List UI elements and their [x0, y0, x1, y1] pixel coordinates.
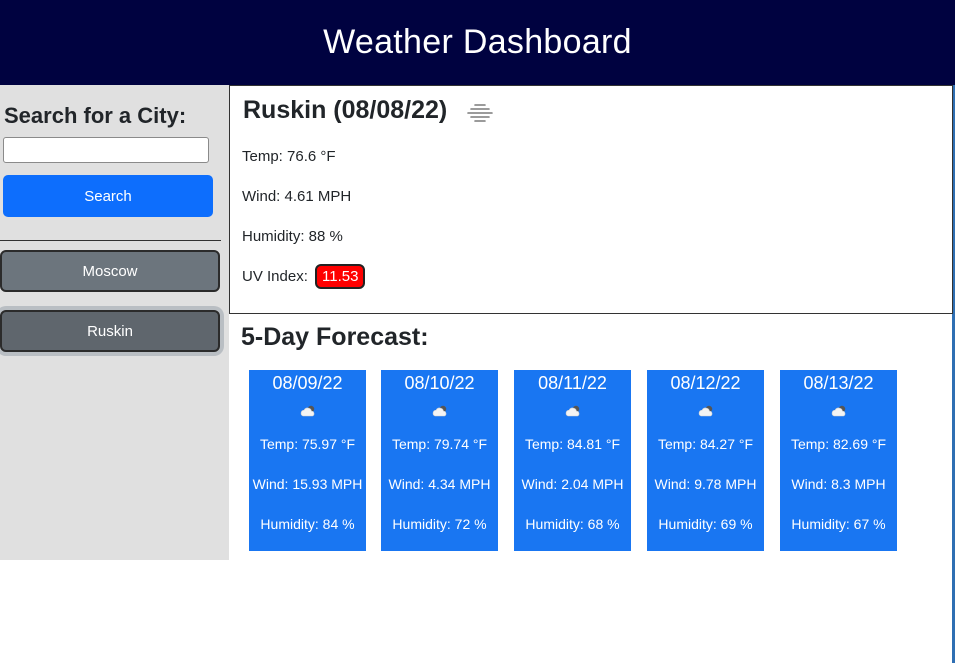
cloud-icon [300, 405, 314, 417]
forecast-temp: Temp: 84.81 °F [524, 436, 621, 452]
forecast-temp: Temp: 79.74 °F [391, 436, 488, 452]
cloud-icon [698, 405, 712, 417]
forecast-humidity: Humidity: 68 % [525, 516, 620, 532]
forecast-wind: Wind: 4.34 MPH [388, 476, 491, 492]
forecast-wind: Wind: 8.3 MPH [791, 476, 886, 492]
forecast-date: 08/09/22 [272, 373, 343, 393]
search-sidebar: Search for a City: Search Moscow Ruskin [0, 85, 229, 560]
current-uv-row: UV Index: 11.53 [242, 264, 366, 289]
forecast-wind: Wind: 2.04 MPH [521, 476, 624, 492]
forecast-temp: Temp: 84.27 °F [657, 436, 754, 452]
forecast-date: 08/13/22 [803, 373, 874, 393]
forecast-humidity: Humidity: 69 % [658, 516, 753, 532]
current-wind: Wind: 4.61 MPH [242, 188, 352, 205]
current-weather-panel: Ruskin (08/08/22) Temp: 76.6 °F Wind: 4.… [229, 85, 953, 314]
cloud-icon [432, 405, 446, 417]
search-button[interactable]: Search [3, 175, 213, 217]
forecast-wind: Wind: 15.93 MPH [252, 476, 363, 492]
history-button-moscow[interactable]: Moscow [0, 250, 220, 292]
app-header: Weather Dashboard [0, 0, 955, 85]
forecast-wind: Wind: 9.78 MPH [654, 476, 757, 492]
forecast-title: 5-Day Forecast: [241, 323, 429, 351]
forecast-card: 08/13/22 Temp: 82.69 °F Wind: 8.3 MPH Hu… [780, 370, 897, 551]
cloud-icon [565, 405, 579, 417]
uv-label: UV Index: [242, 268, 308, 285]
forecast-temp: Temp: 82.69 °F [790, 436, 887, 452]
fog-icon [467, 104, 493, 122]
sidebar-divider [0, 240, 221, 241]
current-city-title: Ruskin (08/08/22) [243, 96, 448, 124]
current-humidity: Humidity: 88 % [242, 228, 343, 245]
forecast-card: 08/10/22 Temp: 79.74 °F Wind: 4.34 MPH H… [381, 370, 498, 551]
cloud-icon [831, 405, 845, 417]
current-temp: Temp: 76.6 °F [242, 148, 336, 165]
uv-badge: 11.53 [315, 264, 366, 289]
forecast-card: 08/11/22 Temp: 84.81 °F Wind: 2.04 MPH H… [514, 370, 631, 551]
forecast-card: 08/12/22 Temp: 84.27 °F Wind: 9.78 MPH H… [647, 370, 764, 551]
city-search-input[interactable] [3, 137, 209, 163]
forecast-humidity: Humidity: 84 % [260, 516, 355, 532]
forecast-humidity: Humidity: 67 % [791, 516, 886, 532]
app-title: Weather Dashboard [323, 23, 632, 61]
forecast-date: 08/10/22 [404, 373, 475, 393]
forecast-card: 08/09/22 Temp: 75.97 °F Wind: 15.93 MPH … [249, 370, 366, 551]
forecast-date: 08/11/22 [538, 373, 607, 393]
search-title: Search for a City: [4, 103, 187, 128]
forecast-temp: Temp: 75.97 °F [259, 436, 356, 452]
forecast-humidity: Humidity: 72 % [392, 516, 487, 532]
forecast-date: 08/12/22 [670, 373, 741, 393]
history-button-ruskin[interactable]: Ruskin [0, 310, 220, 352]
